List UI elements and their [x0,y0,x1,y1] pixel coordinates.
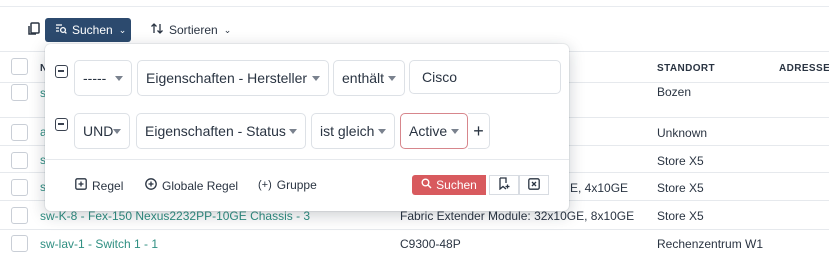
row-checkbox[interactable] [11,179,28,196]
row-location: Store X5 [657,209,704,223]
row-checkbox[interactable] [11,235,28,252]
rule-conjunction-select[interactable]: UND [74,113,130,149]
page: Suchen ⌄ Sortieren ⌄ N STANDORT ADRESSE … [0,0,829,259]
rule-conjunction-value: ----- [83,70,107,86]
row-checkbox[interactable] [11,207,28,224]
row-location: Unknown [657,126,708,140]
add-global-rule-button[interactable]: Globale Regel [145,178,238,193]
row-location: Store X5 [657,181,704,195]
rule-value-input[interactable]: Cisco [409,60,561,94]
caret-down-icon [378,129,386,134]
row-location: Rechenzentrum W1 [657,237,764,251]
table-row[interactable]: sw-lav-1 - Switch 1 - 1 C9300-48P Rechen… [0,230,829,259]
add-group-label: Gruppe [276,178,317,192]
chevron-down-icon: ⌄ [118,24,127,35]
panel-divider [45,159,569,160]
rule-field-select[interactable]: Eigenschaften - Status [136,113,306,149]
row-model: Fabric Extender Module: 32x10GE, 8x10GE [400,209,635,223]
caret-down-icon [289,129,297,134]
caret-down-icon [312,76,320,81]
rule-status-value: Active [409,123,448,139]
row-name-link[interactable]: sw-K-8 - Fex-150 Nexus2232PP-10GE Chassi… [40,209,310,223]
rule-operator-select[interactable]: enthält [333,60,405,96]
rule-conjunction-value: UND [83,123,114,139]
rule-value-text: Cisco [422,69,458,85]
sort-label: Sortieren [169,23,218,37]
copy-icon[interactable] [26,21,42,37]
row-location: Bozen [657,85,692,99]
rule-conjunction-select[interactable]: ----- [74,60,132,96]
bookmark-add-icon [498,177,510,193]
select-all-checkbox[interactable] [11,58,28,75]
row-name-link[interactable]: sw-lav-1 - Switch 1 - 1 [40,237,158,251]
remove-rule-icon[interactable] [55,65,68,78]
sort-arrows-icon [150,22,164,38]
row-checkbox[interactable] [11,124,28,141]
row-checkbox[interactable] [11,152,28,169]
caret-down-icon [451,129,459,134]
save-search-button[interactable] [489,175,519,195]
submit-search-label: Suchen [436,178,477,192]
caret-down-icon [113,129,121,134]
search-panel: ----- Eigenschaften - Hersteller enthält… [45,44,569,211]
rule-status-value-select[interactable]: Active [400,113,468,149]
group-parentheses-icon: (+) [258,179,272,191]
add-square-icon [75,178,87,193]
row-model: E, 4x10GE [570,181,629,195]
caret-down-icon [115,76,123,81]
column-header-address[interactable]: ADRESSE [779,63,829,74]
rule-operator-value: enthält [342,70,385,86]
add-global-rule-label: Globale Regel [162,178,239,193]
search-toggle-label: Suchen [72,23,113,37]
top-divider [0,6,829,7]
remove-rule-icon[interactable] [55,118,68,131]
rule-field-select[interactable]: Eigenschaften - Hersteller [137,60,329,96]
close-square-icon [528,177,540,193]
plus-icon: + [473,120,484,141]
search-icon [421,178,432,192]
rule-field-value: Eigenschaften - Status [145,123,286,139]
add-circle-icon [145,178,157,193]
add-rule-label: Regel [92,178,124,193]
clear-search-button[interactable] [519,175,549,195]
add-group-button[interactable]: (+) Gruppe [258,178,317,192]
search-filter-icon [55,23,67,38]
sort-button[interactable]: Sortieren ⌄ [150,18,231,42]
search-toggle-button[interactable]: Suchen ⌄ [45,18,131,42]
column-header-location[interactable]: STANDORT [657,63,715,74]
rule-operator-value: ist gleich [320,123,375,139]
rule-field-value: Eigenschaften - Hersteller [146,70,308,86]
row-model: C9300-48P [400,237,461,251]
add-rule-button[interactable]: Regel [75,178,123,193]
row-checkbox[interactable] [11,84,28,101]
rule-operator-select[interactable]: ist gleich [311,113,395,149]
chevron-down-icon: ⌄ [223,24,232,35]
row-location: Store X5 [657,154,704,168]
caret-down-icon [388,76,396,81]
submit-search-button[interactable]: Suchen [412,175,486,195]
add-value-button[interactable]: + [468,113,490,149]
